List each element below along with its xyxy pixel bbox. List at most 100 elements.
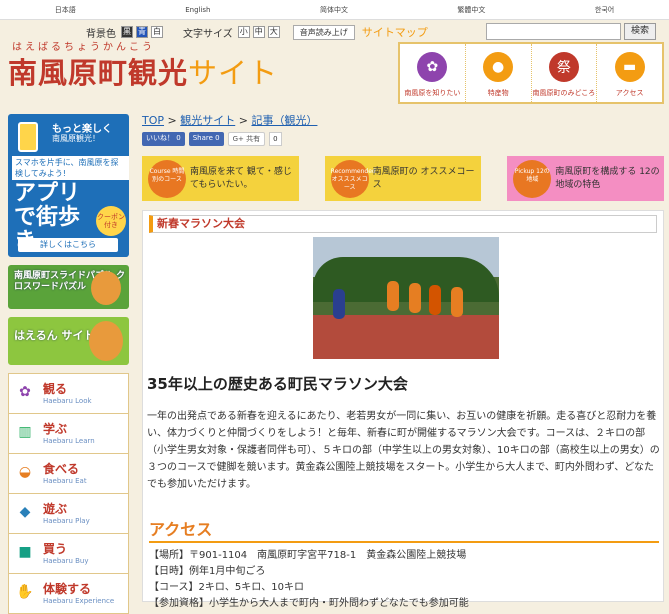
like-button[interactable]: いいね！ 0: [142, 132, 185, 146]
mascot-icon: [89, 321, 123, 361]
menu-sub: Haebaru Experience: [43, 597, 115, 605]
bg-black-button[interactable]: 黒: [121, 26, 133, 38]
play-icon: ◆: [19, 504, 31, 520]
card-title: 南風原を来て 観て・感じてもらいたい。: [190, 167, 292, 190]
bg-white-button[interactable]: 白: [151, 26, 163, 38]
lantern-icon: 祭: [548, 52, 579, 82]
card-tag: Pickup 12の地域: [513, 160, 552, 198]
menu-label: 観る: [43, 382, 68, 396]
article-heading: 35年以上の歴史ある町民マラソン大会: [147, 375, 408, 393]
language-bar: 日本語 English 简体中文 繁體中文 한국어: [0, 0, 669, 20]
breadcrumb-sep: >: [238, 114, 248, 127]
lang-ko[interactable]: 한국어: [595, 5, 614, 15]
nav-know-haebaru[interactable]: ✿ 南風原を知りたい: [400, 44, 466, 102]
menu-experience[interactable]: ✋ 体験する Haebaru Experience: [9, 574, 128, 614]
card-regions[interactable]: Pickup 12の地域 南風原町を構成する 12の地域の特色: [507, 156, 665, 201]
lang-en[interactable]: English: [185, 6, 210, 14]
menu-label: 食べる: [43, 462, 80, 476]
lang-zh-tw[interactable]: 繁體中文: [457, 5, 485, 15]
card-tag: Course 時間別のコース: [148, 160, 186, 198]
info-place: 【場所】〒901-1104 南風原町字宮平718-1 黄金森公園陸上競技場: [149, 550, 467, 561]
category-menu: ✿ 観る Haebaru Look ▥ 学ぶ Haebaru Learn ◒ 食べる Hae…: [8, 373, 129, 614]
breadcrumb-sep: >: [167, 114, 177, 127]
search-button[interactable]: 検索: [624, 23, 656, 40]
share-button[interactable]: Share 0: [188, 132, 224, 146]
search-input[interactable]: [486, 23, 621, 40]
gplus-label: 共有: [246, 135, 261, 143]
card-tag: Recommended オスススメコース: [330, 160, 376, 198]
article-body: 一年の出発点である新春を迎えるにあたり、老若男女が一同に集い、お互いの健康を祈願…: [147, 411, 660, 490]
logo-site: サイト: [188, 56, 279, 90]
font-small-button[interactable]: 小: [237, 26, 250, 38]
logo-main: 南風原町観光: [8, 56, 189, 90]
puzzle-banner[interactable]: 南風原町スライドパズル クロスワードパズル: [8, 265, 129, 309]
speech-button[interactable]: 音声読み上げ: [292, 24, 355, 40]
info-course: 【コース】2キロ、5キロ、10キロ: [149, 582, 304, 593]
nav-specialty[interactable]: ● 特産物: [466, 44, 532, 102]
menu-sub: Haebaru Buy: [43, 557, 89, 565]
smartphone-icon: [18, 122, 38, 152]
menu-buy[interactable]: ■ 買う Haebaru Buy: [9, 534, 128, 574]
breadcrumb-site[interactable]: 観光サイト: [180, 114, 235, 127]
app-banner-subtitle: 南風原観光！: [52, 134, 100, 143]
bag-icon: ■: [18, 544, 32, 560]
menu-learn[interactable]: ▥ 学ぶ Haebaru Learn: [9, 414, 128, 454]
article-section: 新春マラソン大会 35年以上の歴史ある町民マラソン大会 一年の出発点である新春を…: [142, 210, 664, 609]
haerun-banner[interactable]: はえるん サイト: [8, 317, 129, 365]
menu-label: 体験する: [43, 582, 92, 596]
share-count: 0: [215, 134, 220, 142]
like-count: 0: [176, 134, 181, 142]
gplus-button[interactable]: G+ 共有: [227, 132, 266, 146]
haerun-banner-text: はえるん サイト: [14, 329, 95, 342]
nav-highlights[interactable]: 祭 南風原町のみどころ: [532, 44, 598, 102]
bowl-icon: ◒: [18, 464, 32, 480]
menu-sub: Haebaru Eat: [43, 477, 87, 485]
menu-label: 学ぶ: [43, 422, 68, 436]
bg-blue-button[interactable]: 青: [136, 26, 148, 38]
app-banner-desc: スマホを片手に、南風原を探検してみよう!: [12, 156, 129, 180]
social-buttons: いいね！ 0 Share 0 G+ 共有 0: [142, 132, 664, 146]
section-title: 新春マラソン大会: [149, 215, 657, 233]
menu-sub: Haebaru Play: [43, 517, 90, 525]
lang-ja[interactable]: 日本語: [55, 5, 76, 15]
nav-label: アクセス: [615, 89, 644, 97]
nav-label: 南風原町のみどころ: [532, 89, 596, 97]
like-label: いいね！: [146, 134, 174, 142]
card-title: 南風原町の オススメコース: [372, 167, 475, 190]
mascot-icon: [91, 271, 121, 305]
access-heading: アクセス: [149, 517, 659, 543]
app-banner-more[interactable]: 詳しくはこちら: [18, 238, 118, 252]
books-icon: ▥: [18, 424, 32, 440]
menu-eat[interactable]: ◒ 食べる Haebaru Eat: [9, 454, 128, 494]
app-banner[interactable]: もっと楽しく 南風原観光！ スマホを片手に、南風原を探検してみよう! アプリで街…: [8, 114, 129, 257]
access-info: 【場所】〒901-1104 南風原町字宮平718-1 黄金森公園陸上競技場 【日…: [149, 548, 469, 612]
card-recommended[interactable]: Recommended オスススメコース 南風原町の オススメコース: [324, 156, 482, 201]
hand-icon: ✋: [16, 584, 34, 600]
lang-zh-cn[interactable]: 简体中文: [320, 5, 348, 15]
sidebar: もっと楽しく 南風原観光！ スマホを片手に、南風原を探検してみよう! アプリで街…: [8, 114, 129, 614]
course-cards: Course 時間別のコース 南風原を来て 観て・感じてもらいたい。 Recomm…: [142, 156, 665, 201]
pumpkin-icon: ●: [483, 52, 514, 82]
font-large-button[interactable]: 大: [267, 26, 280, 38]
breadcrumb-article[interactable]: 記事（観光）: [251, 114, 317, 127]
breadcrumb-top[interactable]: TOP: [142, 114, 164, 127]
main-nav: ✿ 南風原を知りたい ● 特産物 祭 南風原町のみどころ ▬ アクセス: [398, 42, 664, 104]
breadcrumb: TOP > 観光サイト > 記事（観光）: [142, 112, 664, 128]
menu-look[interactable]: ✿ 観る Haebaru Look: [9, 374, 128, 414]
menu-sub: Haebaru Learn: [43, 437, 95, 445]
nav-label: 南風原を知りたい: [404, 89, 461, 97]
site-logo[interactable]: 南風原町観光サイト: [8, 50, 278, 92]
share-label: Share: [192, 134, 213, 142]
info-eligibility: 【参加資格】小学生から大人まで町内・町外問わずどなたでも参加可能: [149, 598, 469, 609]
menu-play[interactable]: ◆ 遊ぶ Haebaru Play: [9, 494, 128, 534]
card-time-course[interactable]: Course 時間別のコース 南風原を来て 観て・感じてもらいたい。: [142, 156, 299, 201]
car-icon: ▬: [614, 52, 645, 82]
gplus-count: 0: [269, 132, 282, 146]
menu-label: 買う: [43, 542, 68, 556]
main-content: TOP > 観光サイト > 記事（観光） いいね！ 0 Share 0 G+ 共…: [142, 112, 665, 609]
info-date: 【日時】例年1月中旬ごろ: [149, 566, 266, 577]
sitemap-link[interactable]: サイトマップ: [362, 24, 428, 40]
nav-access[interactable]: ▬ アクセス: [597, 44, 662, 102]
font-medium-button[interactable]: 中: [252, 26, 265, 38]
coupon-badge: クーポン付き: [96, 206, 126, 236]
